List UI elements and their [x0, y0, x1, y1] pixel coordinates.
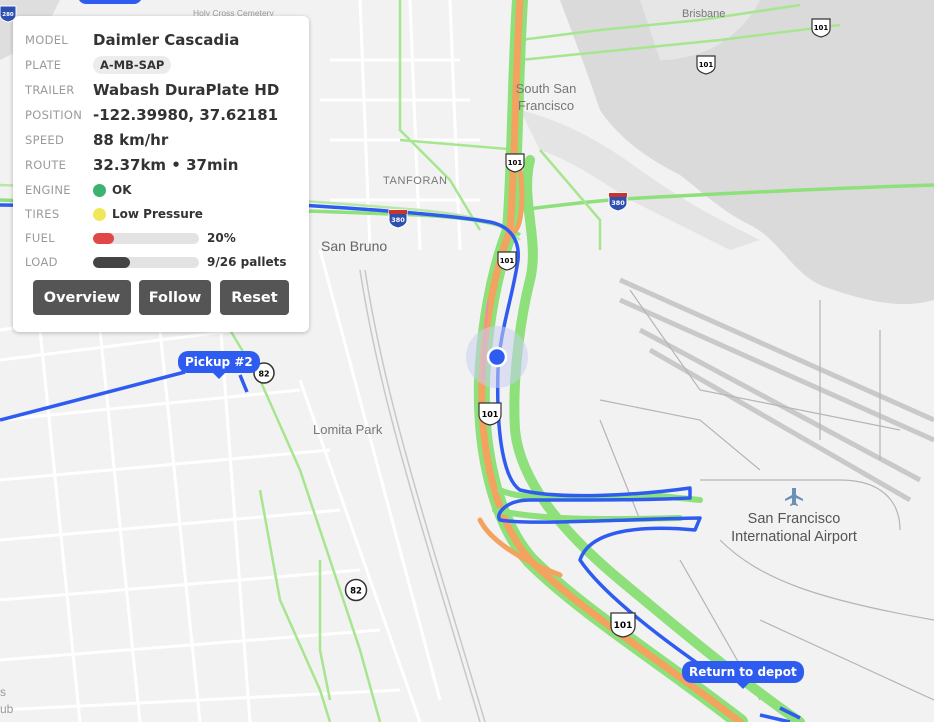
label-tanforan: TANFORAN [383, 175, 447, 187]
label-south-sf-1: South San [516, 81, 577, 96]
trailer-label: TRAILER [25, 83, 75, 97]
engine-row: ENGINE OK [25, 180, 132, 200]
svg-text:82: 82 [258, 370, 269, 379]
svg-text:101: 101 [814, 24, 829, 32]
shield-380-east: 380 [608, 192, 628, 212]
plate-badge: A-MB-SAP [93, 56, 172, 74]
fuel-value: 20% [207, 231, 236, 245]
overview-button[interactable]: Overview [33, 280, 131, 315]
plate-label: PLATE [25, 58, 62, 72]
model-row: MODEL Daimler Cascadia [25, 30, 239, 50]
load-bar [93, 256, 199, 268]
position-row: POSITION -122.39980, 37.62181 [25, 105, 278, 125]
shield-380-west: 380 [388, 209, 408, 229]
pickup-tag[interactable]: Pickup #2 [178, 351, 260, 379]
reset-button[interactable]: Reset [220, 280, 289, 315]
fuel-label: FUEL [25, 231, 55, 245]
shield-101-mid: 101 [478, 402, 502, 426]
load-label: LOAD [25, 255, 58, 269]
railway [359, 269, 486, 722]
label-edge-ub: ub [0, 702, 14, 716]
speed-value: 88 km/hr [93, 131, 169, 149]
speed-label: SPEED [25, 133, 65, 147]
speed-row: SPEED 88 km/hr [25, 130, 168, 150]
current-position-marker[interactable] [486, 346, 508, 368]
engine-label: ENGINE [25, 183, 71, 197]
fuel-row: FUEL 20% [25, 228, 236, 248]
position-label: POSITION [25, 108, 83, 122]
svg-text:101: 101 [500, 257, 515, 265]
return-to-depot-tag[interactable]: Return to depot [682, 661, 804, 689]
label-airport-2: International Airport [731, 529, 857, 545]
model-label: MODEL [25, 33, 69, 47]
route-row: ROUTE 32.37km • 37min [25, 155, 238, 175]
shield-101-bottom: 101 [610, 612, 636, 638]
label-lomita-park: Lomita Park [313, 422, 383, 437]
route-tag-top-fragment [78, 0, 142, 4]
plate-row: PLATE A-MB-SAP [25, 55, 172, 75]
shield-82-lower: 82 [344, 578, 368, 602]
position-value: -122.39980, 37.62181 [93, 106, 279, 124]
model-value: Daimler Cascadia [93, 31, 240, 49]
fuel-bar [93, 232, 199, 244]
label-brisbane: Brisbane [682, 8, 725, 20]
svg-text:82: 82 [350, 587, 362, 597]
svg-text:101: 101 [699, 61, 714, 69]
trailer-value: Wabash DuraPlate HD [93, 81, 280, 99]
tires-row: TIRES Low Pressure [25, 204, 203, 224]
shield-101-sanbruno: 101 [497, 251, 517, 271]
load-row: LOAD 9/26 pallets [25, 252, 287, 272]
tires-status-icon [93, 207, 106, 221]
follow-button[interactable]: Follow [139, 280, 211, 315]
engine-value: OK [112, 183, 132, 197]
svg-text:380: 380 [611, 199, 625, 207]
airport-runways [618, 277, 934, 503]
tires-label: TIRES [25, 207, 60, 221]
airport-plane-icon [785, 488, 803, 506]
load-value: 9/26 pallets [207, 255, 287, 269]
shield-101-upper: 101 [696, 55, 716, 75]
tires-value: Low Pressure [112, 207, 203, 221]
shield-101-top: 101 [811, 18, 831, 38]
svg-text:101: 101 [614, 621, 633, 631]
label-south-sf-2: Francisco [518, 98, 574, 113]
engine-status-icon [93, 183, 106, 197]
vehicle-info-panel: MODEL Daimler Cascadia PLATE A-MB-SAP TR… [13, 16, 309, 332]
svg-text:380: 380 [391, 216, 405, 224]
svg-text:101: 101 [482, 410, 499, 419]
label-san-bruno: San Bruno [321, 238, 387, 254]
route-label: ROUTE [25, 158, 67, 172]
shield-101-south-sf: 101 [505, 153, 525, 173]
label-airport-1: San Francisco [748, 511, 841, 527]
fuel-bar-fill [93, 232, 115, 244]
svg-text:280: 280 [2, 12, 14, 18]
load-bar-fill [93, 256, 130, 268]
route-value: 32.37km • 37min [93, 156, 239, 174]
trailer-row: TRAILER Wabash DuraPlate HD [25, 80, 279, 100]
label-edge-s: s [0, 685, 6, 699]
svg-text:101: 101 [508, 159, 523, 167]
